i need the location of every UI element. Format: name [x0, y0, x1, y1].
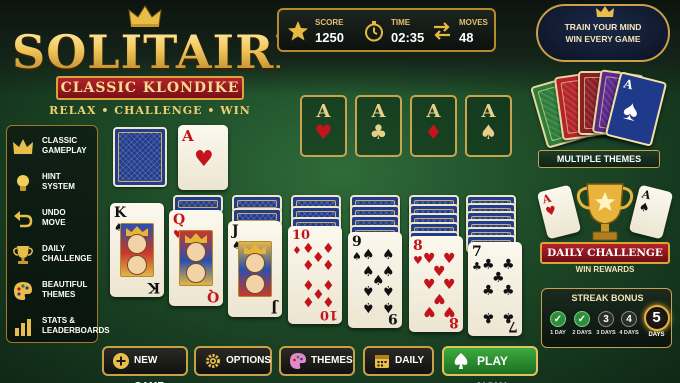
- play-now-button[interactable]: PLAY NOW: [442, 346, 538, 383]
- stopwatch-icon: [365, 21, 383, 42]
- tableau-card-king-spades[interactable]: K ♠ K: [110, 203, 164, 297]
- stats-panel: SCORE 1250 TIME 02:35 MOVES 48: [277, 8, 496, 52]
- options-button[interactable]: OPTIONS: [194, 346, 272, 376]
- score-value: 1250: [315, 30, 344, 45]
- themes-label: MULTIPLE THEMES: [538, 150, 660, 168]
- undo-icon: [14, 211, 33, 228]
- train-text: TRAIN YOUR MIND WIN EVERY GAME: [564, 22, 642, 44]
- heart-icon: ♥: [543, 202, 558, 220]
- check-icon: ✓: [550, 311, 566, 327]
- spade-icon: ♠: [479, 120, 498, 144]
- trophy-icon: [13, 246, 33, 264]
- spade-icon: ♠: [352, 250, 362, 263]
- foundation-spades[interactable]: A ♠: [465, 95, 512, 157]
- moves-value: 48: [459, 30, 474, 45]
- suit-pip: ♦: [322, 293, 335, 310]
- suit-pip: ♠: [382, 299, 395, 316]
- streak-day-4: 4 4 DAYS: [619, 311, 639, 336]
- spade-icon: ♠: [620, 93, 642, 128]
- jack-portrait: [238, 241, 272, 297]
- suit-pip: ♣: [502, 309, 515, 326]
- score-label: SCORE: [315, 18, 344, 27]
- tableau-card-seven-clubs[interactable]: 7 ♣ 7 ♣ ♣ ♣ ♣ ♣ ♣ ♣: [468, 242, 522, 336]
- calendar-icon: [375, 355, 389, 368]
- suit-pip: ♠: [362, 281, 375, 298]
- tableau-card-eight-hearts[interactable]: 8 ♥ 8 ♥ ♥ ♥ ♥ ♥ ♥ ♥ ♥: [409, 236, 463, 332]
- streak-panel: STREAK BONUS ✓ 1 DAY ✓ 2 DAYS 3 3 DAYS 4…: [541, 288, 672, 348]
- swap-arrows-icon: [434, 22, 450, 40]
- heart-icon: ♥: [314, 120, 333, 144]
- star-icon: [288, 21, 308, 41]
- club-icon: ♣: [472, 260, 482, 273]
- waste-card[interactable]: A ♥: [178, 125, 228, 190]
- feature-undo-move: UNDO MOVE: [12, 202, 96, 236]
- time-label: TIME: [391, 18, 411, 27]
- gear-icon: [206, 354, 220, 368]
- feature-beautiful-themes: BEAUTIFUL THEMES: [12, 274, 96, 308]
- spade-icon: [454, 353, 468, 369]
- foundation-diamonds[interactable]: A ♦: [410, 95, 457, 157]
- win-rewards-label: WIN REWARDS: [575, 265, 635, 274]
- queen-portrait: [179, 230, 213, 286]
- train-badge: TRAIN YOUR MIND WIN EVERY GAME: [536, 4, 670, 62]
- suit-pip: ♠: [382, 247, 395, 263]
- king-portrait: [120, 223, 154, 277]
- suit-pip: ♣: [482, 309, 495, 326]
- palette-icon: [14, 282, 32, 300]
- game-title: SOLITAIRE: [12, 25, 311, 79]
- suit-pip: ♦: [322, 258, 335, 275]
- suit-pip: ♥: [443, 303, 456, 320]
- suit-pip: ♦: [302, 258, 315, 275]
- suit-pip: ♣: [482, 283, 495, 300]
- club-icon: ♣: [369, 120, 388, 144]
- lightbulb-icon: [17, 175, 29, 191]
- diamond-icon: ♦: [424, 120, 443, 144]
- moves-label: MOVES: [459, 18, 488, 27]
- daily-challenge-label: DAILY CHALLENGE: [540, 242, 670, 264]
- suit-pip: ♥: [423, 303, 436, 320]
- heart-icon: ♥: [413, 254, 423, 267]
- streak-day-2: ✓ 2 DAYS: [572, 311, 592, 336]
- bar-chart-icon: [15, 319, 31, 336]
- tableau-card-jack-spades[interactable]: J ♠ J: [228, 221, 282, 317]
- suit-pip: ♠: [362, 299, 375, 316]
- suit-pip: ♠: [382, 281, 395, 298]
- streak-title: STREAK BONUS: [571, 293, 644, 303]
- crown-icon: [596, 6, 614, 17]
- feature-classic-gameplay: CLASSIC GAMEPLAY: [12, 130, 96, 164]
- tableau-card-nine-spades[interactable]: 9 ♠ 9 ♠ ♠ ♠ ♠ ♠ ♠ ♠ ♠ ♠: [348, 232, 402, 328]
- streak-day-3: 3 3 DAYS: [596, 311, 616, 336]
- feature-hint-system: HINT SYSTEM: [12, 166, 96, 200]
- feature-stats-leaderboards: STATS & LEADERBOARDS: [12, 310, 110, 344]
- check-icon: ✓: [574, 311, 590, 327]
- feature-sidebar: CLASSIC GAMEPLAY HINT SYSTEM UNDO MOVE D…: [6, 125, 110, 344]
- streak-day-1: ✓ 1 DAY: [548, 311, 568, 336]
- themes-preview[interactable]: A ♠ MULTIPLE THEMES: [530, 68, 668, 168]
- suit-pip: ♦: [302, 293, 315, 310]
- new-game-button[interactable]: NEW GAME: [102, 346, 188, 383]
- trophy-icon: [576, 183, 634, 241]
- tableau-card-ten-diamonds[interactable]: 10 ♦ 10 ♦ ♦ ♦ ♦ ♦ ♦ ♦ ♦ ♦ ♦: [288, 226, 342, 324]
- time-value: 02:35: [391, 30, 425, 45]
- diamond-icon: ♦: [292, 244, 302, 257]
- feature-daily-challenge: DAILY CHALLENGE: [12, 238, 96, 272]
- foundation-clubs[interactable]: A ♣: [355, 95, 402, 157]
- tableau-card-queen-hearts[interactable]: Q ♥ Q: [169, 210, 223, 306]
- streak-current: 5 DAYS: [643, 305, 670, 341]
- subtitle-ribbon: CLASSIC KLONDIKE: [56, 76, 244, 100]
- heart-icon: ♥: [194, 147, 214, 172]
- stock-pile[interactable]: [113, 127, 167, 187]
- foundation-hearts[interactable]: A ♥: [300, 95, 347, 157]
- plus-circle-icon: [113, 353, 129, 369]
- daily-challenge-promo[interactable]: A ♥ A ♠ DAILY CHALLENGE WIN REWARDS: [536, 180, 674, 280]
- suit-pip: ♠: [362, 247, 375, 263]
- spade-icon: ♠: [637, 199, 652, 216]
- themes-button[interactable]: THEMES: [279, 346, 355, 376]
- crown-icon: [13, 139, 33, 154]
- tagline: RELAX • CHALLENGE • WIN: [49, 104, 251, 117]
- palette-icon: [290, 353, 306, 369]
- suit-pip: ♣: [502, 283, 515, 300]
- daily-button[interactable]: DAILY: [363, 346, 434, 376]
